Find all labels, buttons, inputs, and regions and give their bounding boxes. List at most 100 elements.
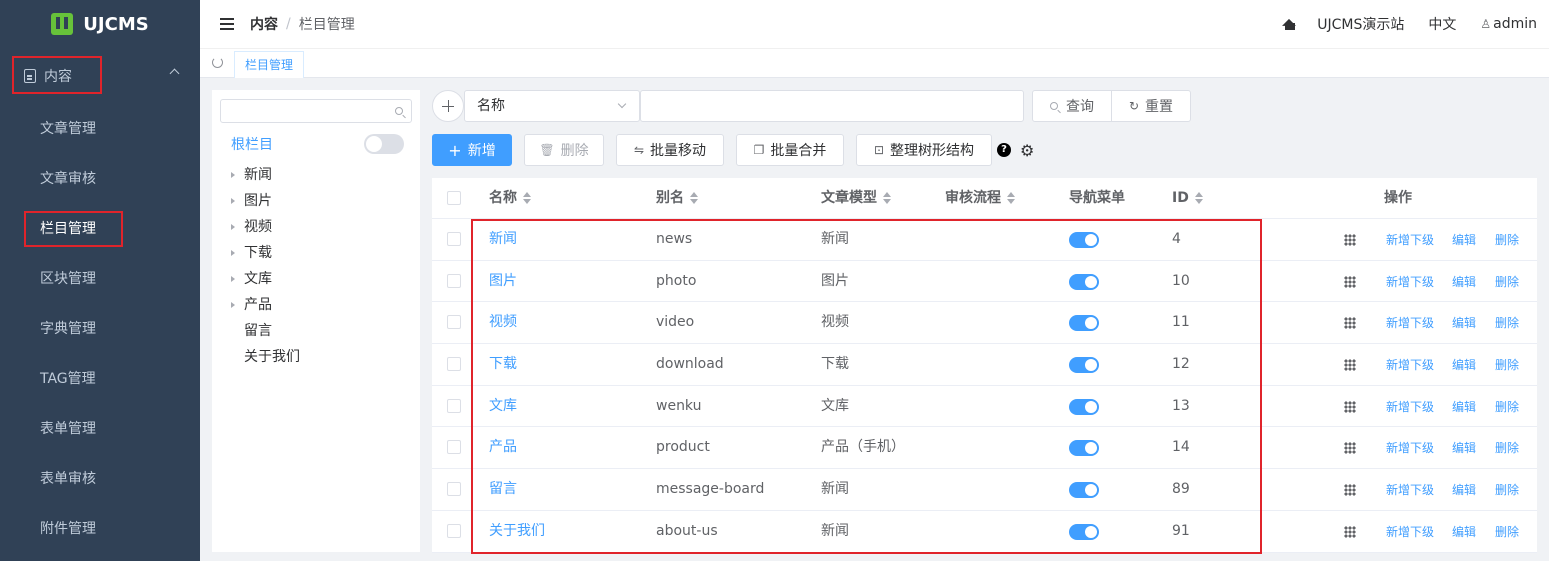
- row-checkbox[interactable]: [447, 357, 461, 372]
- column-workflow[interactable]: 审核流程: [945, 178, 1015, 219]
- edit-link[interactable]: 编辑: [1452, 261, 1476, 302]
- delete-button[interactable]: 🗑 删除: [524, 134, 604, 166]
- add-child-link[interactable]: 新增下级: [1386, 302, 1434, 343]
- search-field-select[interactable]: 名称: [464, 90, 640, 122]
- search-input[interactable]: [640, 90, 1024, 122]
- add-child-link[interactable]: 新增下级: [1386, 261, 1434, 302]
- tree-root-node[interactable]: 根栏目: [231, 134, 273, 154]
- add-child-link[interactable]: 新增下级: [1386, 469, 1434, 510]
- delete-link[interactable]: 删除: [1495, 427, 1519, 468]
- delete-link[interactable]: 删除: [1495, 344, 1519, 385]
- caret-right-icon[interactable]: [231, 198, 235, 204]
- edit-link[interactable]: 编辑: [1452, 469, 1476, 510]
- add-child-link[interactable]: 新增下级: [1386, 511, 1434, 552]
- drag-handle-icon[interactable]: [1344, 317, 1356, 330]
- delete-link[interactable]: 删除: [1495, 219, 1519, 260]
- row-checkbox[interactable]: [447, 315, 461, 330]
- select-all-checkbox[interactable]: [447, 191, 461, 205]
- menu-item-dictionary[interactable]: 字典管理: [0, 304, 200, 354]
- menu-item-blocks[interactable]: 区块管理: [0, 254, 200, 304]
- add-child-link[interactable]: 新增下级: [1386, 344, 1434, 385]
- drag-handle-icon[interactable]: [1344, 442, 1356, 455]
- sort-icon[interactable]: [1007, 192, 1015, 204]
- tree-node[interactable]: 产品: [230, 292, 300, 318]
- site-switcher[interactable]: UJCMS演示站: [1317, 14, 1404, 34]
- refresh-icon[interactable]: [212, 57, 223, 68]
- caret-right-icon[interactable]: [231, 224, 235, 230]
- delete-link[interactable]: 删除: [1495, 469, 1519, 510]
- menu-item-attachments[interactable]: 附件管理: [0, 504, 200, 554]
- menu-item-form-review[interactable]: 表单审核: [0, 454, 200, 504]
- caret-right-icon[interactable]: [231, 172, 235, 178]
- tree-node[interactable]: 图片: [230, 188, 300, 214]
- home-icon[interactable]: [1283, 18, 1297, 30]
- batch-move-button[interactable]: ⇋ 批量移动: [616, 134, 724, 166]
- tree-search-input[interactable]: [220, 99, 412, 123]
- edit-link[interactable]: 编辑: [1452, 302, 1476, 343]
- row-checkbox[interactable]: [447, 232, 461, 246]
- delete-link[interactable]: 删除: [1495, 511, 1519, 552]
- menu-item-forms[interactable]: 表单管理: [0, 404, 200, 454]
- sort-icon[interactable]: [883, 192, 891, 204]
- column-id[interactable]: ID: [1172, 178, 1203, 219]
- tree-node[interactable]: 关于我们: [230, 344, 300, 370]
- expand-search-button[interactable]: [432, 90, 464, 122]
- column-model[interactable]: 文章模型: [821, 178, 891, 219]
- tree-node[interactable]: 下载: [230, 240, 300, 266]
- row-checkbox[interactable]: [447, 482, 461, 497]
- query-button[interactable]: 查询: [1032, 90, 1112, 122]
- column-alias[interactable]: 别名: [656, 178, 698, 219]
- menu-toggle-icon[interactable]: [220, 18, 234, 30]
- tree-edit-toggle[interactable]: [364, 134, 404, 154]
- drag-handle-icon[interactable]: [1344, 525, 1356, 538]
- tree-node[interactable]: 留言: [230, 318, 300, 344]
- tidy-tree-button[interactable]: ⊡ 整理树形结构: [856, 134, 992, 166]
- caret-right-icon[interactable]: [231, 250, 235, 256]
- menu-item-tags[interactable]: TAG管理: [0, 354, 200, 404]
- caret-right-icon[interactable]: [231, 302, 235, 308]
- column-name[interactable]: 名称: [489, 178, 531, 219]
- delete-link[interactable]: 删除: [1495, 386, 1519, 427]
- add-child-link[interactable]: 新增下级: [1386, 427, 1434, 468]
- add-child-link[interactable]: 新增下级: [1386, 219, 1434, 260]
- menu-item-articles[interactable]: 文章管理: [0, 104, 200, 154]
- edit-link[interactable]: 编辑: [1452, 344, 1476, 385]
- sort-icon[interactable]: [690, 192, 698, 204]
- edit-link[interactable]: 编辑: [1452, 511, 1476, 552]
- drag-handle-icon[interactable]: [1344, 484, 1356, 497]
- drag-handle-icon[interactable]: [1344, 400, 1356, 413]
- add-child-link[interactable]: 新增下级: [1386, 386, 1434, 427]
- row-checkbox[interactable]: [447, 398, 461, 413]
- row-checkbox[interactable]: [447, 523, 461, 538]
- add-button[interactable]: + 新增: [432, 134, 512, 166]
- logo[interactable]: UJCMS: [0, 0, 200, 48]
- delete-link[interactable]: 删除: [1495, 302, 1519, 343]
- tree-node[interactable]: 视频: [230, 214, 300, 240]
- drag-handle-icon[interactable]: [1344, 359, 1356, 372]
- edit-link[interactable]: 编辑: [1452, 219, 1476, 260]
- edit-link[interactable]: 编辑: [1452, 427, 1476, 468]
- ujcms-logo-icon: [51, 13, 74, 35]
- drag-handle-icon[interactable]: [1344, 275, 1356, 288]
- drag-handle-icon[interactable]: [1344, 234, 1356, 246]
- sort-icon[interactable]: [1194, 192, 1203, 204]
- caret-right-icon[interactable]: [231, 276, 235, 282]
- row-checkbox[interactable]: [447, 273, 461, 288]
- gear-icon[interactable]: ⚙: [1020, 141, 1034, 160]
- edit-link[interactable]: 编辑: [1452, 386, 1476, 427]
- language-switcher[interactable]: 中文: [1428, 14, 1456, 34]
- delete-link[interactable]: 删除: [1495, 261, 1519, 302]
- row-checkbox[interactable]: [447, 440, 461, 455]
- tree-node[interactable]: 新闻: [230, 162, 300, 188]
- tabs-bar: 栏目管理: [200, 48, 1549, 78]
- menu-item-article-review[interactable]: 文章审核: [0, 154, 200, 204]
- tab-channel-management[interactable]: 栏目管理: [234, 51, 305, 78]
- user-menu[interactable]: ♙ admin: [1480, 16, 1537, 32]
- batch-merge-button[interactable]: ❐ 批量合并: [736, 134, 844, 166]
- tree-icon: ⊡: [873, 143, 885, 157]
- sort-icon[interactable]: [523, 192, 531, 204]
- reset-button[interactable]: ↻ 重置: [1111, 90, 1191, 122]
- help-icon[interactable]: ?: [997, 143, 1011, 157]
- tree-node[interactable]: 文库: [230, 266, 300, 292]
- search-field-value: 名称: [477, 98, 505, 114]
